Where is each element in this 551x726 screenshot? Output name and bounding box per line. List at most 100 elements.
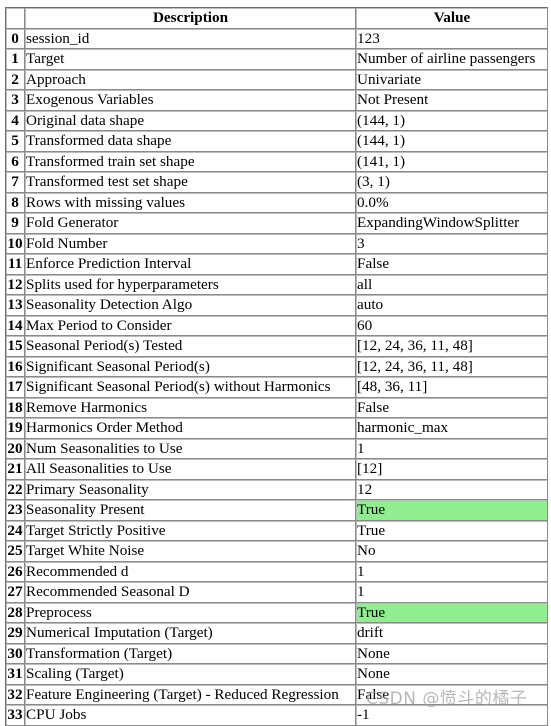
row-description: session_id [25, 28, 356, 49]
row-index: 4 [6, 110, 25, 131]
row-value: [12, 24, 36, 11, 48] [356, 336, 548, 357]
row-index: 22 [6, 479, 25, 500]
table-row: 16 Significant Seasonal Period(s) [12, 24,… [6, 356, 548, 377]
row-value: None [356, 664, 548, 685]
row-index: 18 [6, 397, 25, 418]
description-header: Description [25, 8, 356, 29]
row-description: Fold Generator [25, 213, 356, 234]
row-value: Univariate [356, 69, 548, 90]
setup-summary-table: Description Value 0 session_id 123 1 Target N… [5, 7, 548, 726]
row-description: Max Period to Consider [25, 315, 356, 336]
row-description: Approach [25, 69, 356, 90]
row-value: 12 [356, 479, 548, 500]
table-row: 33 CPU Jobs -1 [6, 705, 548, 726]
row-index: 9 [6, 213, 25, 234]
row-index: 33 [6, 705, 25, 726]
table-row: 27 Recommended Seasonal D1 [6, 582, 548, 603]
row-description: Transformed data shape [25, 131, 356, 152]
row-index: 19 [6, 418, 25, 439]
table-row: 3 Exogenous Variables Not Present [6, 90, 548, 111]
row-index: 1 [6, 49, 25, 70]
row-description: Primary Seasonality [25, 479, 356, 500]
row-value: 1 [356, 438, 548, 459]
table-row: 26 Recommended d1 [6, 561, 548, 582]
row-description: Preprocess [25, 602, 356, 623]
table-row: 24 Target Strictly Positive True [6, 520, 548, 541]
row-value: [12] [356, 459, 548, 480]
row-value: all [356, 274, 548, 295]
table-row: 14 Max Period to Consider 60 [6, 315, 548, 336]
table-row: 20 Num Seasonalities to Use 1 [6, 438, 548, 459]
row-description: Significant Seasonal Period(s) [25, 356, 356, 377]
row-value: -1 [356, 705, 548, 726]
row-description: Fold Number [25, 233, 356, 254]
row-description: Splits used for hyperparameters [25, 274, 356, 295]
row-index: 15 [6, 336, 25, 357]
index-header [6, 8, 25, 29]
row-value: (3, 1) [356, 172, 548, 193]
row-description: Transformed train set shape [25, 151, 356, 172]
row-value: (144, 1) [356, 110, 548, 131]
table-row: 19 Harmonics Order Method harmonic_max [6, 418, 548, 439]
row-index: 6 [6, 151, 25, 172]
row-description: CPU Jobs [25, 705, 356, 726]
row-value: False [356, 684, 548, 705]
row-index: 10 [6, 233, 25, 254]
row-value: False [356, 397, 548, 418]
row-description: Numerical Imputation (Target) [25, 623, 356, 644]
row-description: Seasonality Present [25, 500, 356, 521]
row-index: 5 [6, 131, 25, 152]
row-value: True [356, 602, 548, 623]
table-row: 31 Scaling (Target) None [6, 664, 548, 685]
table-row: 15 Seasonal Period(s) Tested [12, 24, 36, … [6, 336, 548, 357]
row-value: (141, 1) [356, 151, 548, 172]
row-index: 20 [6, 438, 25, 459]
row-index: 17 [6, 377, 25, 398]
row-description: Scaling (Target) [25, 664, 356, 685]
table-row: 32 Feature Engineering (Target) - Reduced… [6, 684, 548, 705]
table-row: 21 All Seasonalities to Use [12] [6, 459, 548, 480]
row-index: 27 [6, 582, 25, 603]
row-value: (144, 1) [356, 131, 548, 152]
row-index: 24 [6, 520, 25, 541]
row-description: Target [25, 49, 356, 70]
value-header: Value [356, 8, 548, 29]
table-row: 25 Target White Noise No [6, 541, 548, 562]
row-index: 29 [6, 623, 25, 644]
row-index: 14 [6, 315, 25, 336]
table-row: 22 Primary Seasonality 12 [6, 479, 548, 500]
table-row: 12 Splits used for hyperparameters all [6, 274, 548, 295]
row-index: 21 [6, 459, 25, 480]
row-index: 13 [6, 295, 25, 316]
row-description: Seasonal Period(s) Tested [25, 336, 356, 357]
table-row: 2 Approach Univariate [6, 69, 548, 90]
table-body: 0 session_id 123 1 Target Number of airline p… [6, 28, 548, 726]
row-index: 31 [6, 664, 25, 685]
table-row: 4 Original data shape (144, 1) [6, 110, 548, 131]
row-value: True [356, 500, 548, 521]
row-index: 32 [6, 684, 25, 705]
row-description: Transformation (Target) [25, 643, 356, 664]
row-description: Transformed test set shape [25, 172, 356, 193]
row-description: Harmonics Order Method [25, 418, 356, 439]
row-value: No [356, 541, 548, 562]
row-value: 123 [356, 28, 548, 49]
table-row: 13 Seasonality Detection Algo auto [6, 295, 548, 316]
row-description: Enforce Prediction Interval [25, 254, 356, 275]
row-index: 26 [6, 561, 25, 582]
row-value: [48, 36, 11] [356, 377, 548, 398]
table-row: 10 Fold Number 3 [6, 233, 548, 254]
row-description: Target Strictly Positive [25, 520, 356, 541]
row-description: All Seasonalities to Use [25, 459, 356, 480]
row-value: harmonic_max [356, 418, 548, 439]
row-index: 7 [6, 172, 25, 193]
row-index: 3 [6, 90, 25, 111]
row-description: Exogenous Variables [25, 90, 356, 111]
table-row: 23 Seasonality Present True [6, 500, 548, 521]
table-row: 9 Fold Generator ExpandingWindowSplitter [6, 213, 548, 234]
row-description: Original data shape [25, 110, 356, 131]
row-index: 8 [6, 192, 25, 213]
row-description: Rows with missing values [25, 192, 356, 213]
row-value: drift [356, 623, 548, 644]
row-index: 23 [6, 500, 25, 521]
